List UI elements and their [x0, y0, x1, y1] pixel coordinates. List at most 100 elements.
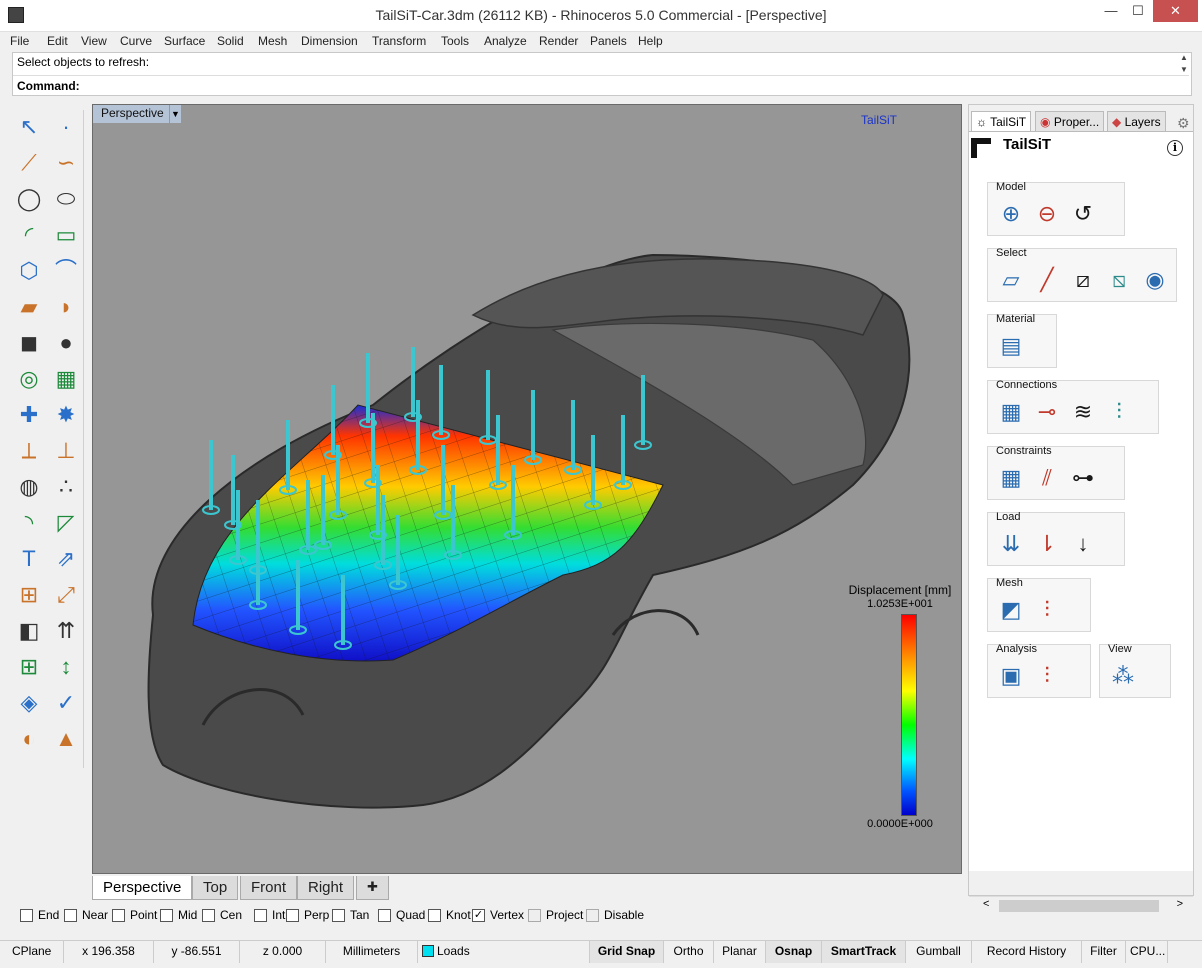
group-icon[interactable]: ∴: [51, 472, 81, 502]
osnap-end[interactable]: End: [20, 908, 59, 922]
tab-layers[interactable]: ◆ Layers: [1107, 111, 1166, 133]
array-icon[interactable]: ⊞: [14, 580, 44, 610]
record-history-toggle[interactable]: Record History: [972, 941, 1082, 963]
osnap-checkbox[interactable]: [112, 908, 125, 922]
connection-joint-icon[interactable]: ≋: [1068, 397, 1098, 427]
osnap-project[interactable]: Project: [528, 908, 583, 922]
osnap-checkbox[interactable]: [332, 908, 345, 922]
material-layers-icon[interactable]: ▤: [996, 331, 1026, 361]
osnap-tan[interactable]: Tan: [332, 908, 369, 922]
tab-tailsit[interactable]: ☼ TailSiT: [971, 111, 1032, 133]
grid-array-icon[interactable]: ⊞: [14, 652, 44, 682]
viewport-menu-arrow[interactable]: ▼: [169, 105, 181, 123]
panel-settings-gear-icon[interactable]: ⚙: [1177, 115, 1190, 132]
info-icon[interactable]: i: [1167, 140, 1183, 156]
menu-mesh[interactable]: Mesh: [258, 34, 287, 48]
add-viewport-icon[interactable]: ✚: [356, 876, 389, 900]
pyramid-icon[interactable]: ▲: [51, 724, 81, 754]
menu-help[interactable]: Help: [638, 34, 663, 48]
layer-box-icon[interactable]: ◧: [14, 616, 44, 646]
select-beam-icon[interactable]: ⧄: [1068, 265, 1098, 295]
menu-analyze[interactable]: Analyze: [484, 34, 527, 48]
mesh-plane-icon[interactable]: ▦: [51, 364, 81, 394]
menu-panels[interactable]: Panels: [590, 34, 627, 48]
menu-edit[interactable]: Edit: [47, 34, 68, 48]
osnap-int[interactable]: Int: [254, 908, 285, 922]
select-beam-2-icon[interactable]: ⧅: [1104, 265, 1134, 295]
select-node-icon[interactable]: ◉: [1140, 265, 1170, 295]
osnap-mid[interactable]: Mid: [160, 908, 197, 922]
osnap-vertex[interactable]: ✓ Vertex: [472, 908, 524, 922]
arc-icon[interactable]: ◜: [14, 220, 44, 250]
explode-icon[interactable]: ✸: [51, 400, 81, 430]
constraint-node-icon[interactable]: ⊶: [1068, 463, 1098, 493]
menu-transform[interactable]: Transform: [372, 34, 426, 48]
mesh-surface-icon[interactable]: ◩: [996, 595, 1026, 625]
surface-corner-icon[interactable]: ▰: [14, 292, 44, 322]
osnap-checkbox[interactable]: [160, 908, 173, 922]
sphere-icon[interactable]: ●: [51, 328, 81, 358]
osnap-quad[interactable]: Quad: [378, 908, 425, 922]
osnap-checkbox[interactable]: [428, 908, 441, 922]
osnap-disable[interactable]: Disable: [586, 908, 644, 922]
select-surface-icon[interactable]: ▱: [996, 265, 1026, 295]
shade-icon[interactable]: ◐: [14, 724, 44, 754]
menu-render[interactable]: Render: [539, 34, 578, 48]
calculator-icon[interactable]: ▣: [996, 661, 1026, 691]
rectangle-icon[interactable]: ▭: [51, 220, 81, 250]
view-results-icon[interactable]: ⁂: [1108, 661, 1138, 691]
filter-toggle[interactable]: Filter: [1082, 941, 1126, 963]
osnap-checkbox[interactable]: [586, 908, 599, 922]
units-label[interactable]: Millimeters: [326, 941, 418, 963]
osnap-near[interactable]: Near: [64, 908, 108, 922]
ortho-toggle[interactable]: Ortho: [664, 941, 714, 963]
menu-view[interactable]: View: [81, 34, 107, 48]
mesh-settings-icon[interactable]: ⫶: [1032, 595, 1062, 625]
constraint-surface-icon[interactable]: ▦: [996, 463, 1026, 493]
perspective-viewport[interactable]: Perspective ▼ TailSiT Displacement [mm] …: [92, 104, 962, 874]
load-surface-icon[interactable]: ⇊: [996, 529, 1026, 559]
loads-arrows-icon[interactable]: ⇈: [51, 616, 81, 646]
osnap-checkbox[interactable]: [20, 908, 33, 922]
dimension-icon[interactable]: ↕: [51, 652, 81, 682]
constraint-line-icon[interactable]: ⫽: [1032, 463, 1062, 493]
viewport-label[interactable]: Perspective: [93, 105, 172, 123]
tab-right[interactable]: Right: [297, 876, 355, 900]
menu-solid[interactable]: Solid: [217, 34, 244, 48]
point-icon[interactable]: ·: [51, 112, 81, 142]
menu-tools[interactable]: Tools: [441, 34, 469, 48]
cylinder-icon[interactable]: ◎: [14, 364, 44, 394]
load-line-icon[interactable]: ⇂: [1032, 529, 1062, 559]
boolean-icon[interactable]: ◍: [14, 472, 44, 502]
minimize-button[interactable]: —: [1097, 0, 1125, 22]
osnap-checkbox[interactable]: [202, 908, 215, 922]
scroll-down-icon[interactable]: ▼: [1177, 65, 1191, 75]
split-icon[interactable]: ⊥: [51, 436, 81, 466]
curve-icon[interactable]: ∽: [51, 148, 81, 178]
move-icon[interactable]: ⇗: [51, 544, 81, 574]
render-icon[interactable]: ◈: [14, 688, 44, 718]
cpu-usage[interactable]: CPU...: [1126, 941, 1168, 963]
menu-dimension[interactable]: Dimension: [301, 34, 358, 48]
osnap-checkbox[interactable]: [64, 908, 77, 922]
grid-snap-toggle[interactable]: Grid Snap: [590, 941, 664, 963]
osnap-point[interactable]: Point: [112, 908, 157, 922]
osnap-checkbox[interactable]: ✓: [472, 908, 485, 922]
osnap-checkbox[interactable]: [254, 908, 267, 922]
planar-toggle[interactable]: Planar: [714, 941, 766, 963]
menu-file[interactable]: File: [10, 34, 29, 48]
osnap-knot[interactable]: Knot: [428, 908, 471, 922]
trim-icon[interactable]: ⟂: [14, 436, 44, 466]
remove-surface-icon[interactable]: ⊖: [1032, 199, 1062, 229]
osnap-toggle[interactable]: Osnap: [766, 941, 822, 963]
gumball-toggle[interactable]: Gumball: [906, 941, 972, 963]
text-icon[interactable]: T: [14, 544, 44, 574]
polygon-icon[interactable]: ⬡: [14, 256, 44, 286]
osnap-cen[interactable]: Cen: [202, 908, 242, 922]
cplane-label[interactable]: CPlane: [8, 941, 64, 963]
connection-spring-icon[interactable]: ⊸: [1032, 397, 1062, 427]
select-arrow-icon[interactable]: ↖: [14, 112, 44, 142]
surface-sweep-icon[interactable]: ◗: [51, 292, 81, 322]
polyline-icon[interactable]: ⟋: [14, 148, 44, 178]
osnap-perp[interactable]: Perp: [286, 908, 329, 922]
